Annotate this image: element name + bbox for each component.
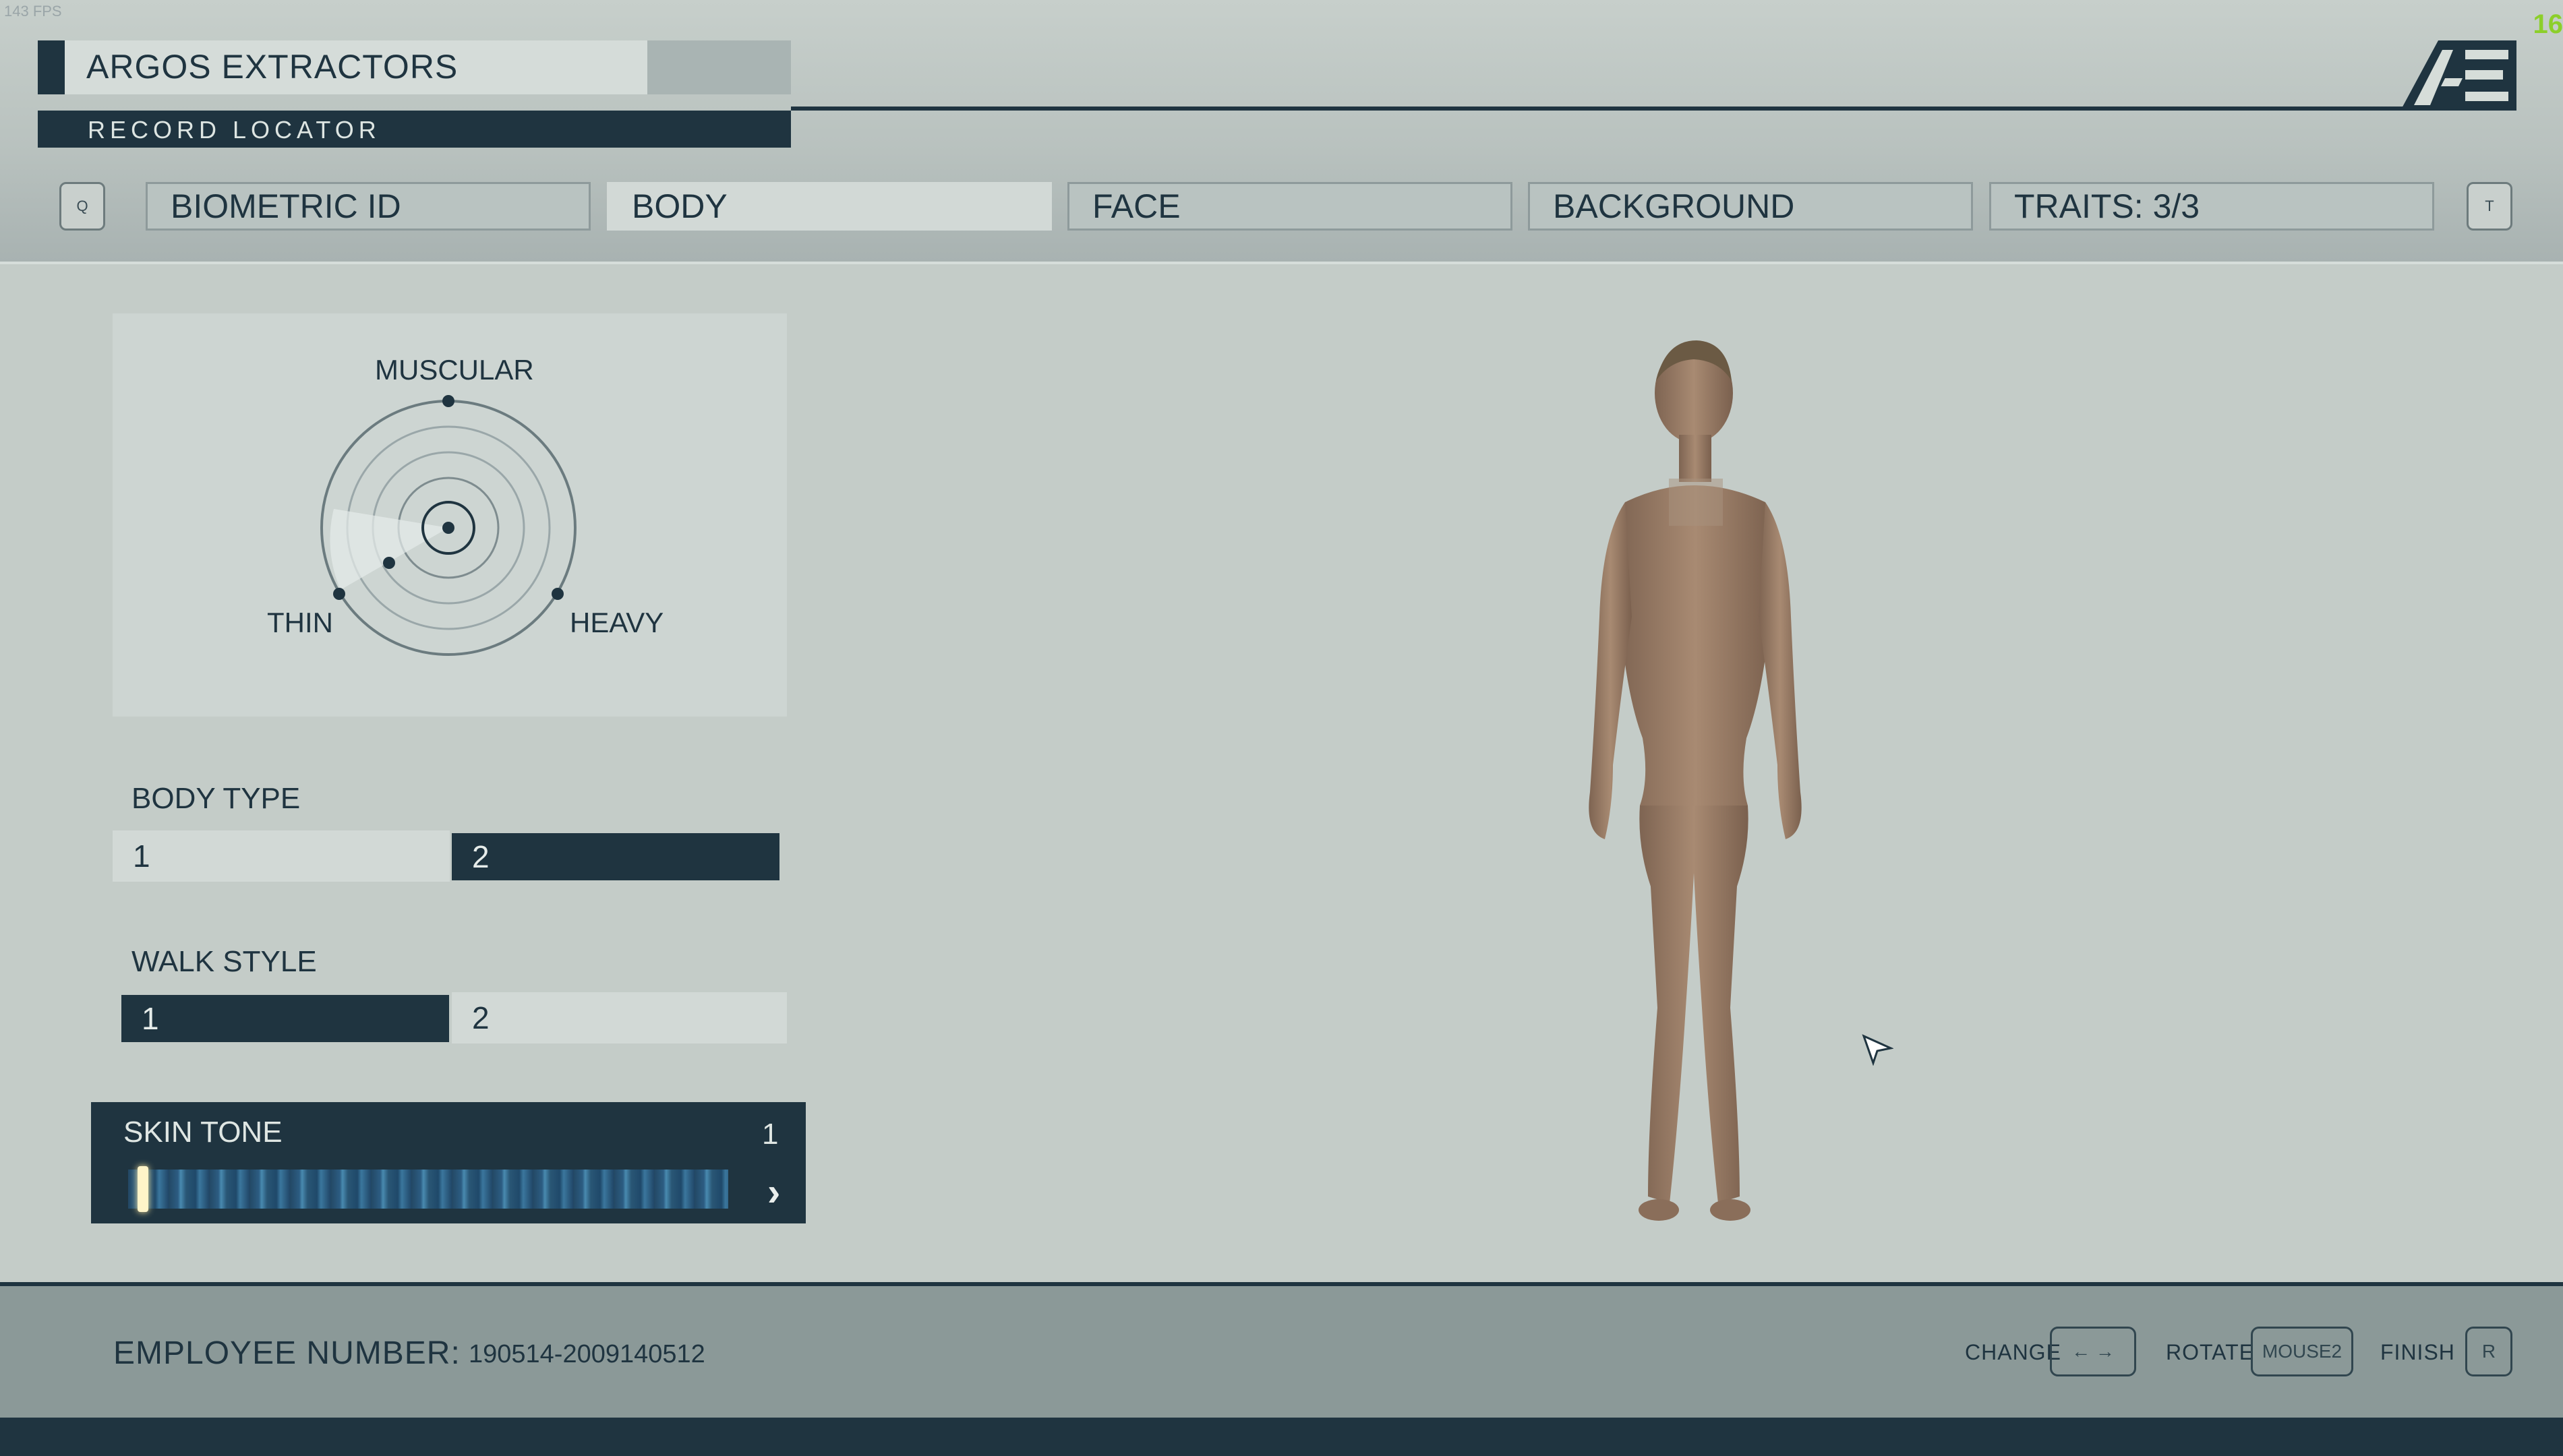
rotate-key[interactable]: MOUSE2 bbox=[2251, 1327, 2353, 1376]
footer-bottom-strip bbox=[0, 1418, 2563, 1456]
chevron-right-icon[interactable]: › bbox=[767, 1170, 780, 1215]
skin-tone-title: SKIN TONE bbox=[123, 1116, 283, 1149]
walk-style-option-2[interactable]: 2 bbox=[452, 992, 787, 1043]
body-shape-selector[interactable] bbox=[314, 394, 583, 664]
change-label: CHANGE bbox=[1965, 1340, 2061, 1364]
header-bottom-line bbox=[0, 262, 2563, 264]
mouse-cursor-icon bbox=[1862, 1034, 1893, 1066]
tab-face[interactable]: FACE bbox=[1067, 182, 1512, 231]
walk-style-option-1[interactable]: 1 bbox=[121, 995, 449, 1042]
corner-indicator: 16 bbox=[2533, 9, 2563, 39]
body-type-option-1[interactable]: 1 bbox=[113, 830, 450, 882]
record-locator-label: RECORD LOCATOR bbox=[88, 116, 381, 144]
heavy-label: HEAVY bbox=[570, 607, 664, 638]
walk-style-title: WALK STYLE bbox=[131, 945, 317, 978]
header-divider bbox=[791, 107, 2423, 111]
ae-logo-icon bbox=[2400, 40, 2516, 111]
prev-tab-key-q[interactable]: Q bbox=[59, 182, 105, 231]
body-type-title: BODY TYPE bbox=[131, 782, 301, 815]
body-type-option-2[interactable]: 2 bbox=[452, 833, 779, 880]
skin-tone-value: 1 bbox=[762, 1118, 779, 1151]
tab-traits[interactable]: TRAITS: 3/3 bbox=[1989, 182, 2434, 231]
tab-biometric-id[interactable]: BIOMETRIC ID bbox=[146, 182, 591, 231]
muscular-label: MUSCULAR bbox=[375, 354, 534, 386]
finish-label: FINISH bbox=[2380, 1340, 2455, 1364]
skin-tone-slider[interactable] bbox=[128, 1170, 728, 1209]
next-tab-key-t[interactable]: T bbox=[2467, 182, 2512, 231]
change-key[interactable]: ← → bbox=[2050, 1327, 2136, 1376]
company-name: ARGOS EXTRACTORS bbox=[86, 48, 459, 86]
tab-body[interactable]: BODY bbox=[607, 182, 1052, 231]
rotate-label: ROTATE bbox=[2166, 1340, 2255, 1364]
employee-number-value: 190514-2009140512 bbox=[469, 1340, 705, 1368]
tab-background[interactable]: BACKGROUND bbox=[1528, 182, 1973, 231]
company-accent bbox=[38, 40, 65, 94]
fps-counter: 143 FPS bbox=[4, 3, 62, 20]
finish-key[interactable]: R bbox=[2465, 1327, 2512, 1376]
employee-number-label: EMPLOYEE NUMBER: bbox=[113, 1335, 461, 1371]
character-model[interactable] bbox=[1537, 334, 1875, 1244]
skin-tone-handle[interactable] bbox=[138, 1166, 148, 1212]
